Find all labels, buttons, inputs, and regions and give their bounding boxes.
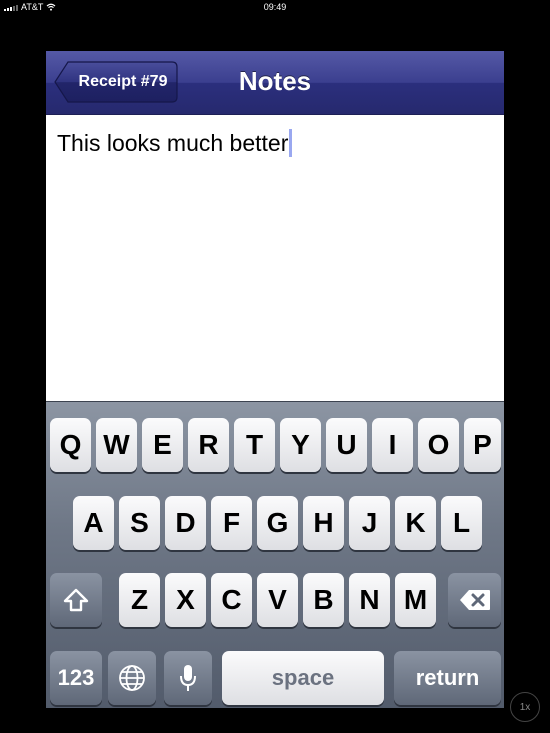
globe-key[interactable] xyxy=(108,651,156,705)
navigation-bar: Receipt #79 Notes xyxy=(46,51,504,115)
zoom-level-button[interactable]: 1x xyxy=(510,692,540,722)
key-w[interactable]: W xyxy=(96,418,137,472)
backspace-key[interactable] xyxy=(448,573,501,627)
key-i[interactable]: I xyxy=(372,418,413,472)
shift-arrow-icon xyxy=(63,588,89,612)
on-screen-keyboard: Q W E R T Y U I O P A S D F G H J K L Z … xyxy=(46,401,504,708)
key-q[interactable]: Q xyxy=(50,418,91,472)
key-v[interactable]: V xyxy=(257,573,298,627)
dictation-key[interactable] xyxy=(164,651,212,705)
space-key[interactable]: space xyxy=(222,651,384,705)
key-g[interactable]: G xyxy=(257,496,298,550)
text-caret xyxy=(289,129,293,157)
status-bar: AT&T 09:49 xyxy=(0,0,550,14)
key-l[interactable]: L xyxy=(441,496,482,550)
key-y[interactable]: Y xyxy=(280,418,321,472)
key-x[interactable]: X xyxy=(165,573,206,627)
key-j[interactable]: J xyxy=(349,496,390,550)
key-c[interactable]: C xyxy=(211,573,252,627)
key-o[interactable]: O xyxy=(418,418,459,472)
status-time: 09:49 xyxy=(263,2,287,12)
microphone-icon xyxy=(180,665,196,691)
key-r[interactable]: R xyxy=(188,418,229,472)
key-u[interactable]: U xyxy=(326,418,367,472)
key-s[interactable]: S xyxy=(119,496,160,550)
key-f[interactable]: F xyxy=(211,496,252,550)
app-screen: Receipt #79 Notes This looks much better… xyxy=(46,51,504,708)
key-t[interactable]: T xyxy=(234,418,275,472)
key-d[interactable]: D xyxy=(165,496,206,550)
key-k[interactable]: K xyxy=(395,496,436,550)
key-n[interactable]: N xyxy=(349,573,390,627)
globe-icon xyxy=(119,665,145,691)
numbers-key[interactable]: 123 xyxy=(50,651,102,705)
notes-text: This looks much better xyxy=(57,130,289,156)
notes-text-content: This looks much better xyxy=(57,129,293,157)
notes-text-view[interactable]: This looks much better xyxy=(46,115,504,401)
key-h[interactable]: H xyxy=(303,496,344,550)
shift-key[interactable] xyxy=(50,573,102,627)
key-p[interactable]: P xyxy=(464,418,501,472)
key-m[interactable]: M xyxy=(395,573,436,627)
key-e[interactable]: E xyxy=(142,418,183,472)
key-z[interactable]: Z xyxy=(119,573,160,627)
return-key[interactable]: return xyxy=(394,651,501,705)
back-button-label: Receipt #79 xyxy=(78,73,168,90)
backspace-icon xyxy=(459,590,490,610)
key-b[interactable]: B xyxy=(303,573,344,627)
key-a[interactable]: A xyxy=(73,496,114,550)
